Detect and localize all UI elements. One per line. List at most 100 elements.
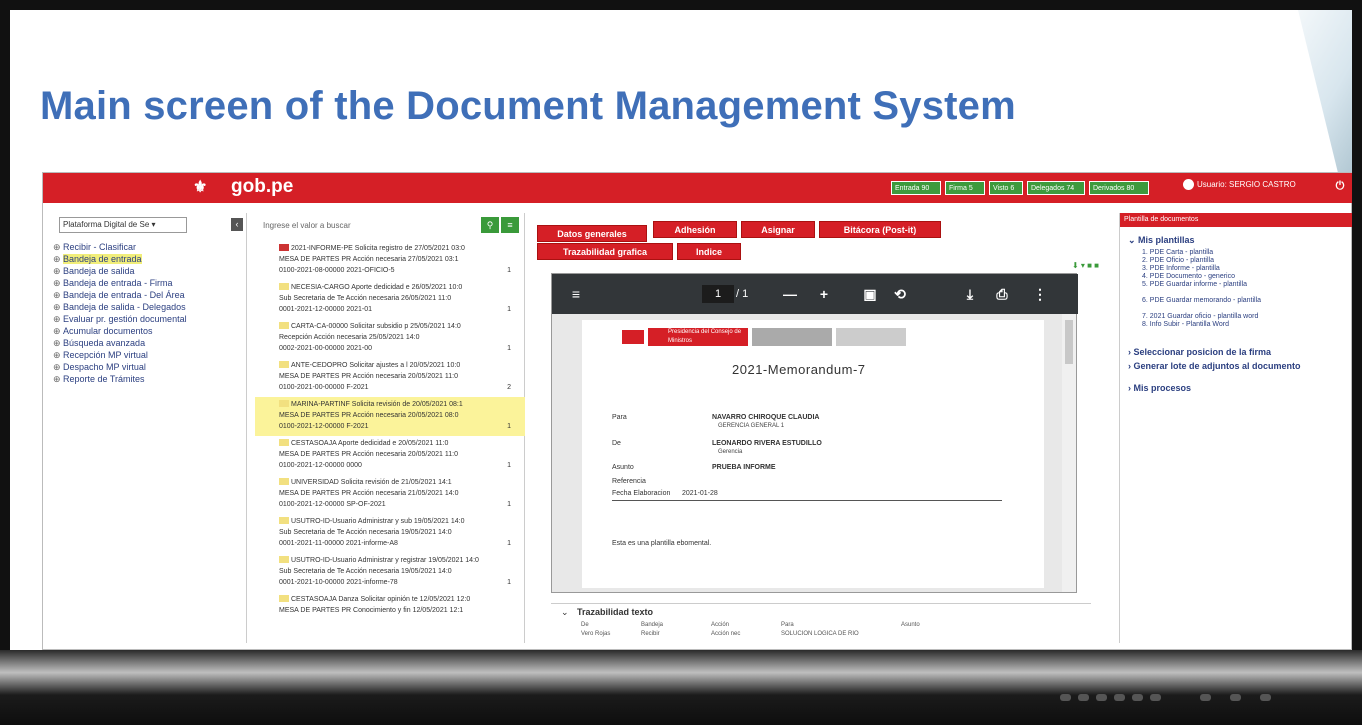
chevron-down-icon[interactable]: ⌄	[561, 607, 569, 618]
field-label: Fecha Elaboracion	[612, 490, 671, 497]
my-processes-section[interactable]: › Mis procesos	[1128, 383, 1191, 393]
inbox-count-button[interactable]: Entrada 90	[891, 181, 941, 195]
search-icon[interactable]: ⚲	[481, 217, 499, 233]
user-name[interactable]: Usuario: SERGIO CASTRO	[1197, 180, 1296, 189]
nav-item[interactable]: ⊕ Búsqueda avanzada	[53, 337, 245, 349]
template-link[interactable]: 4. PDE Documento - generico	[1142, 273, 1342, 281]
field-value: 2021-01-28	[682, 490, 718, 497]
table-row-selected[interactable]: MARINA-PARTINF Solicita revisión de 20/0…	[255, 397, 525, 436]
page-total: / 1	[736, 288, 749, 300]
search-input[interactable]: Ingrese el valor a buscar	[261, 219, 461, 233]
tab-trazabilidad-grafica[interactable]: Trazabilidad grafica	[537, 243, 673, 260]
row-line-3: 0100-2021-12-00000 F-2021	[279, 423, 369, 430]
bullet-icon: ⊕	[53, 326, 61, 336]
nav-item[interactable]: ⊕ Reporte de Trámites	[53, 373, 245, 385]
nav-item[interactable]: ⊕ Bandeja de entrada	[53, 253, 245, 265]
template-link[interactable]: 3. PDE Informe - plantilla	[1142, 265, 1342, 273]
zoom-out-icon[interactable]: —	[780, 285, 800, 303]
header-block	[752, 328, 832, 346]
template-link[interactable]: 6. PDE Guardar memorando - plantilla	[1142, 297, 1342, 305]
tab-datos-generales[interactable]: Datos generales	[537, 225, 647, 242]
signature-position-section[interactable]: › Seleccionar posicion de la firma	[1128, 347, 1271, 357]
sign-count-button[interactable]: Firma 5	[945, 181, 985, 195]
field-value: LEONARDO RIVERA ESTUDILLO	[712, 440, 822, 447]
brand-name: gob.pe	[231, 176, 294, 197]
nav-item[interactable]: ⊕ Bandeja de entrada - Firma	[53, 277, 245, 289]
table-row[interactable]: USUTRO-ID-Usuario Administrar y registra…	[255, 553, 525, 592]
template-link[interactable]: 2. PDE Oficio - plantilla	[1142, 257, 1342, 265]
visto-count-button[interactable]: Visto 6	[989, 181, 1023, 195]
menu-icon[interactable]: ≡	[566, 285, 586, 303]
monitor-button	[1150, 694, 1161, 701]
nav-item-label: Bandeja de salida	[63, 266, 135, 276]
top-bar: ⚜ gob.pe Entrada 90 Firma 5 Visto 6 Dele…	[43, 173, 1352, 203]
nav-item[interactable]: ⊕ Recibir - Clasificar	[53, 241, 245, 253]
bullet-icon: ⊕	[53, 254, 61, 264]
print-icon[interactable]: ⎙	[992, 285, 1012, 303]
nav-item[interactable]: ⊕ Despacho MP virtual	[53, 361, 245, 373]
table-row[interactable]: CARTA-CA-00000 Solicitar subsidio p 25/0…	[255, 319, 525, 358]
envelope-icon	[279, 517, 289, 524]
nav-item-label: Acumular documentos	[63, 326, 153, 336]
table-row[interactable]: 2021-INFORME-PE Solicita registro de 27/…	[255, 241, 525, 280]
row-line-2: Recepción Acción necesaria 25/05/2021 14…	[279, 334, 420, 341]
zoom-in-icon[interactable]: +	[814, 285, 834, 303]
slide-headline: Main screen of the Document Management S…	[40, 84, 1016, 128]
table-row[interactable]: ANTE-CEDOPRO Solicitar ajustes a l 20/05…	[255, 358, 525, 397]
nav-item[interactable]: ⊕ Bandeja de salida - Delegados	[53, 301, 245, 313]
header-block	[836, 328, 906, 346]
table-row[interactable]: NECESIA-CARGO Aporte dedicidad e 26/05/2…	[255, 280, 525, 319]
nav-item[interactable]: ⊕ Acumular documentos	[53, 325, 245, 337]
tab-asignar[interactable]: Asignar	[741, 221, 815, 238]
bullet-icon: ⊕	[53, 302, 61, 312]
row-count: 1	[507, 501, 511, 508]
bullet-icon: ⊕	[53, 374, 61, 384]
bullet-icon: ⊕	[53, 290, 61, 300]
row-line-1: USUTRO-ID-Usuario Administrar y registra…	[291, 557, 479, 564]
viewer-options-icon[interactable]: ⬇ ▾ ■ ■	[1072, 261, 1099, 270]
envelope-icon	[279, 400, 289, 407]
tab-bitacora[interactable]: Bitácora (Post-it)	[819, 221, 941, 238]
nav-list: ⊕ Recibir - Clasificar ⊕ Bandeja de entrad…	[53, 241, 245, 385]
template-link[interactable]: 1. PDE Carta - plantilla	[1142, 249, 1342, 257]
row-line-1: MARINA-PARTINF Solicita revisión de 20/0…	[291, 401, 463, 408]
template-link[interactable]: 8. Info Subir - Plantilla Word	[1142, 321, 1342, 329]
monitor-button	[1060, 694, 1071, 701]
bullet-icon: ⊕	[53, 278, 61, 288]
field-label: De	[612, 440, 621, 447]
row-line-2: MESA DE PARTES PR Acción necesaria 20/05…	[279, 373, 458, 380]
nav-item[interactable]: ⊕ Bandeja de entrada - Del Área	[53, 289, 245, 301]
table-row[interactable]: USUTRO-ID-Usuario Administrar y sub 19/0…	[255, 514, 525, 553]
tab-adhesion[interactable]: Adhesión	[653, 221, 737, 238]
filter-icon[interactable]: ≡	[501, 217, 519, 233]
nav-item[interactable]: ⊕ Bandeja de salida	[53, 265, 245, 277]
download-icon[interactable]: ⤓	[960, 285, 980, 303]
more-options-icon[interactable]: ⋮	[1030, 285, 1050, 303]
fit-page-icon[interactable]: ▣	[860, 285, 880, 303]
row-line-2: MESA DE PARTES PR Acción necesaria 20/05…	[279, 412, 459, 419]
table-row[interactable]: UNIVERSIDAD Solicita revisión de 21/05/2…	[255, 475, 525, 514]
bullet-icon: ⊕	[53, 362, 61, 372]
nav-item[interactable]: ⊕ Evaluar pr. gestión documental	[53, 313, 245, 325]
pcm-banner: Presidencia del Consejo de Ministros	[648, 328, 748, 346]
bullet-icon: ⊕	[53, 350, 61, 360]
rotate-icon[interactable]: ⟲	[890, 285, 910, 303]
table-row[interactable]: CESTASOAJA Aporte dedicidad e 20/05/2021…	[255, 436, 525, 475]
tab-indice[interactable]: Indice	[677, 243, 741, 260]
nav-item[interactable]: ⊕ Recepción MP virtual	[53, 349, 245, 361]
logout-icon[interactable]: ⏻	[1333, 179, 1347, 193]
collapse-icon[interactable]: ‹	[231, 218, 243, 231]
platform-select-value: Plataforma Digital de Se	[63, 220, 150, 229]
table-row[interactable]: CESTASOAJA Danza Solicitar opinión te 12…	[255, 592, 525, 631]
delegates-count-button[interactable]: Delegados 74	[1027, 181, 1085, 195]
scrollbar-thumb[interactable]	[1065, 320, 1073, 364]
template-link[interactable]: 5. PDE Guardar informe - plantilla	[1142, 281, 1342, 289]
scrollbar[interactable]	[1062, 314, 1076, 592]
field-value: NAVARRO CHIROQUE CLAUDIA	[712, 414, 820, 421]
my-templates-section[interactable]: ⌄ Mis plantillas	[1128, 235, 1195, 246]
attachments-batch-section[interactable]: › Generar lote de adjuntos al documento	[1128, 361, 1301, 371]
page-number-input[interactable]: 1	[702, 285, 734, 303]
derived-count-button[interactable]: Derivados 80	[1089, 181, 1149, 195]
platform-select[interactable]: Plataforma Digital de Se ▾	[59, 217, 187, 233]
template-link[interactable]: 7. 2021 Guardar oficio - plantilla word	[1142, 313, 1342, 321]
